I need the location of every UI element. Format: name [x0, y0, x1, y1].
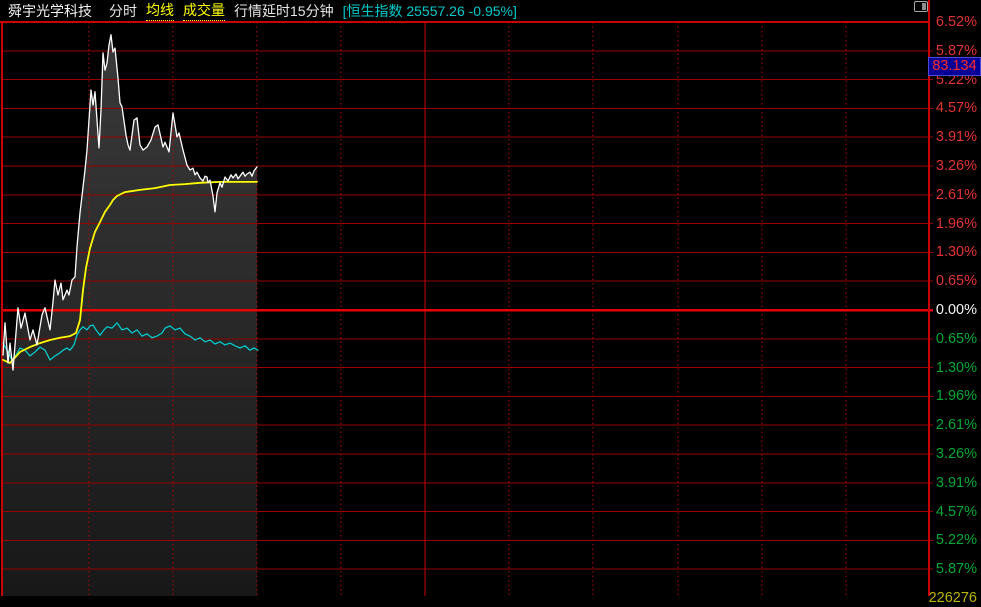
axis-label: 4.57% — [936, 503, 977, 521]
axis-label: 1.96% — [936, 387, 977, 405]
axis-label: 3.91% — [936, 128, 977, 146]
axis-label: 3.26% — [936, 445, 977, 463]
axis-label: 0.00% — [936, 301, 977, 319]
axis-label: 5.87% — [936, 560, 977, 578]
intraday-chart[interactable] — [0, 0, 981, 596]
axis-label: 0.65% — [936, 330, 977, 348]
axis-label: 6.52% — [936, 13, 977, 31]
axis-label: 5.22% — [936, 531, 977, 549]
axis-label: 3.91% — [936, 474, 977, 492]
axis-label: 2.61% — [936, 416, 977, 434]
toolbar: 舜宇光学科技 分时 均线 成交量 行情延时15分钟 [恒生指数 25557.26… — [0, 0, 981, 22]
volume-toggle[interactable]: 成交量 — [183, 1, 225, 21]
axis-label: 1.30% — [936, 359, 977, 377]
stock-title: 舜宇光学科技 — [8, 0, 92, 22]
axis-label: 3.26% — [936, 157, 977, 175]
price-badge: 83.134 — [928, 57, 981, 76]
axis-label: 1.30% — [936, 243, 977, 261]
axis-label: 0.65% — [936, 272, 977, 290]
tab-intraday[interactable]: 分时 — [109, 0, 137, 22]
hang-seng-index-quote-link[interactable]: [恒生指数 25557.26 -0.95%] — [343, 0, 517, 22]
delay-notice: 行情延时15分钟 — [234, 0, 334, 22]
ma-line-toggle[interactable]: 均线 — [146, 1, 174, 21]
panel-switch-icon[interactable] — [914, 1, 928, 12]
panel-switch-icon-bar — [922, 3, 926, 10]
axis-label: 1.96% — [936, 215, 977, 233]
volume-scale-partial-label: 226276 — [929, 589, 977, 607]
axis-label: 2.61% — [936, 186, 977, 204]
axis-label: 4.57% — [936, 99, 977, 117]
